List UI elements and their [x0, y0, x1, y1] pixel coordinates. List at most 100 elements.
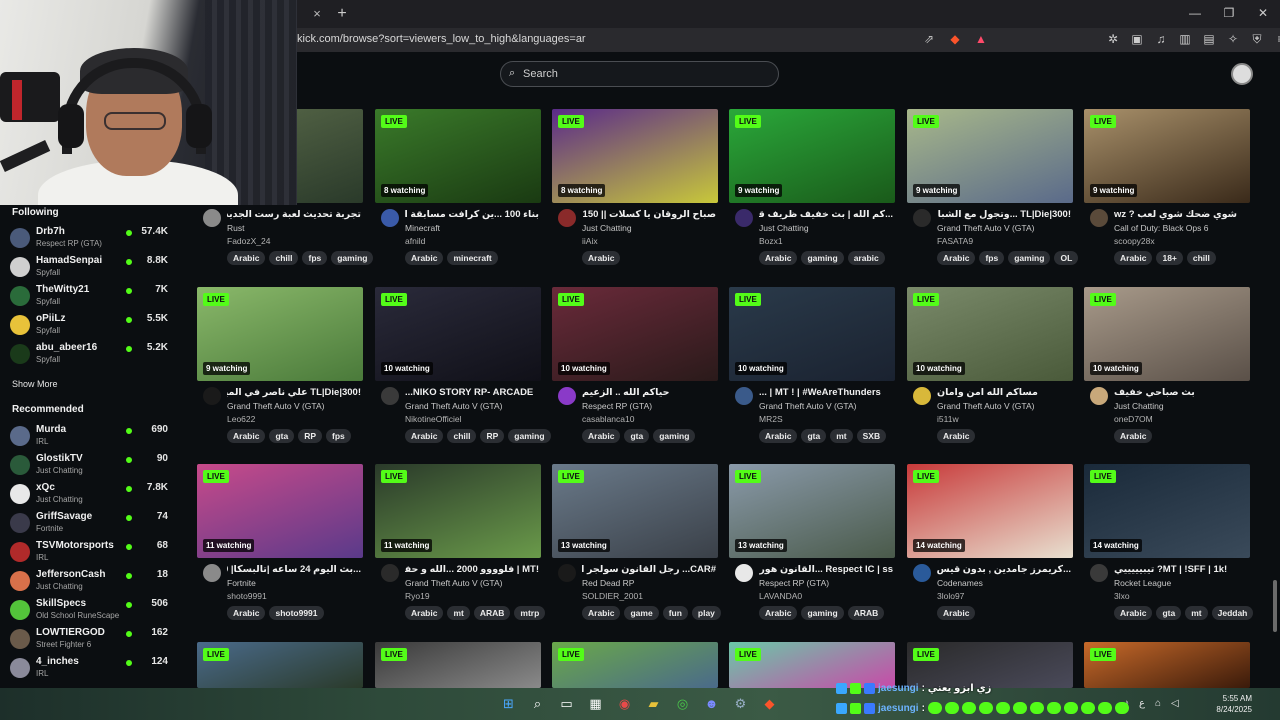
- tag-chip[interactable]: RP: [480, 429, 505, 443]
- task-view-icon[interactable]: ▭: [556, 693, 577, 715]
- stream-title[interactable]: !MT | !SFF | 1k? تيبيييييي: [1114, 564, 1248, 575]
- stream-card[interactable]: LIVE: [197, 642, 363, 688]
- brave-rewards-icon[interactable]: ▲: [974, 32, 988, 46]
- share-icon[interactable]: ⇗: [922, 32, 936, 46]
- scrollbar-thumb[interactable]: [1273, 580, 1277, 632]
- stream-category[interactable]: Grand Theft Auto V (GTA): [405, 578, 539, 588]
- streamer-avatar[interactable]: [913, 387, 931, 405]
- stream-title[interactable]: ...بث اليوم 24 ساعه |تالبسكا| 300!: [227, 564, 361, 575]
- streamer-avatar[interactable]: [735, 564, 753, 582]
- vpn-icon[interactable]: ⛨: [1250, 32, 1264, 47]
- stream-category[interactable]: Respect RP (GTA): [582, 401, 716, 411]
- sidebar-channel[interactable]: GriffSavage Fortnite 74: [10, 510, 176, 538]
- tag-chip[interactable]: Arabic: [405, 251, 444, 265]
- sidebar-channel[interactable]: Drb7h Respect RP (GTA) 57.4K: [10, 225, 176, 253]
- stream-category[interactable]: Red Dead RP: [582, 578, 716, 588]
- streamer-name[interactable]: scoopy28x: [1114, 236, 1155, 246]
- close-tab-icon[interactable]: ×: [308, 6, 326, 22]
- restore-icon[interactable]: ❐: [1222, 6, 1236, 20]
- stream-thumbnail[interactable]: LIVE 10 watching: [729, 287, 895, 381]
- stream-thumbnail[interactable]: LIVE 10 watching: [1084, 287, 1250, 381]
- streamer-name[interactable]: MR2S: [759, 414, 783, 424]
- streamer-avatar[interactable]: [381, 209, 399, 227]
- stream-thumbnail[interactable]: LIVE 10 watching: [552, 287, 718, 381]
- stream-thumbnail[interactable]: LIVE 8 watching: [552, 109, 718, 203]
- stream-category[interactable]: Grand Theft Auto V (GTA): [759, 401, 893, 411]
- folder-icon[interactable]: ▰: [643, 693, 664, 715]
- stream-card[interactable]: LIVE 10 watching مساكم الله امن وامان Grand…: [907, 287, 1073, 459]
- tag-chip[interactable]: Arabic: [582, 251, 621, 265]
- sidebar-channel[interactable]: TheWitty21 Spyfall 7K: [10, 283, 176, 311]
- sidebar-channel[interactable]: xQc Just Chatting 7.8K: [10, 481, 176, 509]
- tag-chip[interactable]: OL: [1054, 251, 1079, 265]
- stream-card[interactable]: LIVE 10 watching NIKO STORY RP- ARCADE... G…: [375, 287, 551, 459]
- tag-chip[interactable]: gaming: [801, 606, 844, 620]
- streamer-avatar[interactable]: [913, 209, 931, 227]
- tag-chip[interactable]: mt: [830, 429, 853, 443]
- stream-card[interactable]: LIVE 14 watching ...كريمرز جامدين , بدون ق…: [907, 464, 1073, 636]
- stream-category[interactable]: Just Chatting: [582, 223, 716, 233]
- tag-chip[interactable]: gta: [624, 429, 650, 443]
- stream-category[interactable]: Grand Theft Auto V (GTA): [227, 401, 361, 411]
- tag-chip[interactable]: chill: [447, 429, 477, 443]
- stream-card[interactable]: LIVE: [375, 642, 541, 688]
- tag-chip[interactable]: chill: [269, 251, 299, 265]
- stream-title[interactable]: بناء 100 ...ين كرافت مسابقة المتابعين 10…: [405, 209, 539, 220]
- streamer-name[interactable]: afnild: [405, 236, 425, 246]
- clock[interactable]: 5:55 AM 8/24/2025: [1208, 693, 1252, 715]
- streamer-name[interactable]: iiAix: [582, 236, 598, 246]
- tag-chip[interactable]: Arabic: [227, 251, 266, 265]
- tag-chip[interactable]: Arabic: [405, 606, 444, 620]
- stream-card[interactable]: LIVE 10 watching حياكم الله .. الزعيم Respe…: [552, 287, 718, 459]
- tag-chip[interactable]: shoto9991: [269, 606, 324, 620]
- streamer-name[interactable]: 3lolo97: [937, 591, 964, 601]
- streamer-name[interactable]: SOLDIER_2001: [582, 591, 643, 601]
- stream-title[interactable]: حياكم الله .. الزعيم: [582, 387, 716, 398]
- streamer-avatar[interactable]: [735, 209, 753, 227]
- tag-chip[interactable]: game: [624, 606, 659, 620]
- streamer-avatar[interactable]: [558, 564, 576, 582]
- stream-title[interactable]: ...كم الله | بث خفيف ظريف قبل الجامعة: [759, 209, 893, 220]
- url-text[interactable]: kick.com/browse?sort=viewers_low_to_high…: [297, 33, 586, 45]
- stream-title[interactable]: MT ! | #WeAreThunders | ...: [759, 387, 893, 398]
- stream-thumbnail[interactable]: LIVE 11 watching: [197, 464, 363, 558]
- sidebar-channel[interactable]: Murda IRL 690: [10, 423, 176, 451]
- volume-icon[interactable]: ◁: [1171, 698, 1179, 709]
- stream-thumbnail[interactable]: LIVE 9 watching: [729, 109, 895, 203]
- language-indicator[interactable]: ع: [1139, 698, 1145, 709]
- stream-thumbnail[interactable]: LIVE 10 watching: [375, 287, 541, 381]
- tag-chip[interactable]: Arabic: [1114, 429, 1153, 443]
- tag-chip[interactable]: Arabic: [582, 429, 621, 443]
- stream-thumbnail[interactable]: LIVE 14 watching: [1084, 464, 1250, 558]
- streamer-avatar[interactable]: [558, 387, 576, 405]
- stream-category[interactable]: Codenames: [937, 578, 1071, 588]
- stream-title[interactable]: تجربة تحديث لعبة رست الجديد حياكم: [227, 209, 361, 220]
- stream-category[interactable]: Just Chatting: [759, 223, 893, 233]
- obs-icon[interactable]: ◉: [614, 693, 635, 715]
- sidebar-channel[interactable]: LOWTIERGOD Street Fighter 6 162: [10, 626, 176, 654]
- extensions-icon[interactable]: ✲: [1106, 32, 1120, 47]
- stream-card[interactable]: LIVE 9 watching ...كم الله | بث خفيف ظريف …: [729, 109, 895, 281]
- search-taskbar-icon[interactable]: ⌕: [527, 693, 548, 715]
- stream-thumbnail[interactable]: LIVE 10 watching: [907, 287, 1073, 381]
- stream-card[interactable]: LIVE 14 watching !MT | !SFF | 1k? تيبييييي…: [1084, 464, 1254, 636]
- sidebar-channel[interactable]: TSVMotorsports IRL 68: [10, 539, 176, 567]
- streamer-name[interactable]: FadozX_24: [227, 236, 270, 246]
- tag-chip[interactable]: RP: [298, 429, 323, 443]
- stream-card[interactable]: LIVE 9 watching !TL|Die|300 علي ناصر في ال…: [197, 287, 363, 459]
- stream-thumbnail[interactable]: LIVE 13 watching: [729, 464, 895, 558]
- sidebar-channel[interactable]: SkillSpecs Old School RuneScape 506: [10, 597, 176, 625]
- stream-category[interactable]: Call of Duty: Black Ops 6: [1114, 223, 1248, 233]
- tag-chip[interactable]: SXB: [856, 429, 887, 443]
- stream-title[interactable]: !MT | فلوووو 2000 ...الله و حفظنا: [405, 564, 539, 575]
- streamer-name[interactable]: 3lxo: [1114, 591, 1130, 601]
- tag-chip[interactable]: gta: [1156, 606, 1182, 620]
- tag-chip[interactable]: Arabic: [227, 429, 266, 443]
- show-more-button[interactable]: Show More: [12, 379, 58, 389]
- streamer-avatar[interactable]: [735, 387, 753, 405]
- tag-chip[interactable]: chill: [1186, 251, 1216, 265]
- stream-title[interactable]: Respect IC | ss ...القانون هورررر: [759, 564, 893, 575]
- tag-chip[interactable]: Arabic: [759, 429, 798, 443]
- streamer-name[interactable]: casablanca10: [582, 414, 634, 424]
- stream-card[interactable]: LIVE 9 watching !TL|Die|300 ...وتجول مع ال…: [907, 109, 1079, 281]
